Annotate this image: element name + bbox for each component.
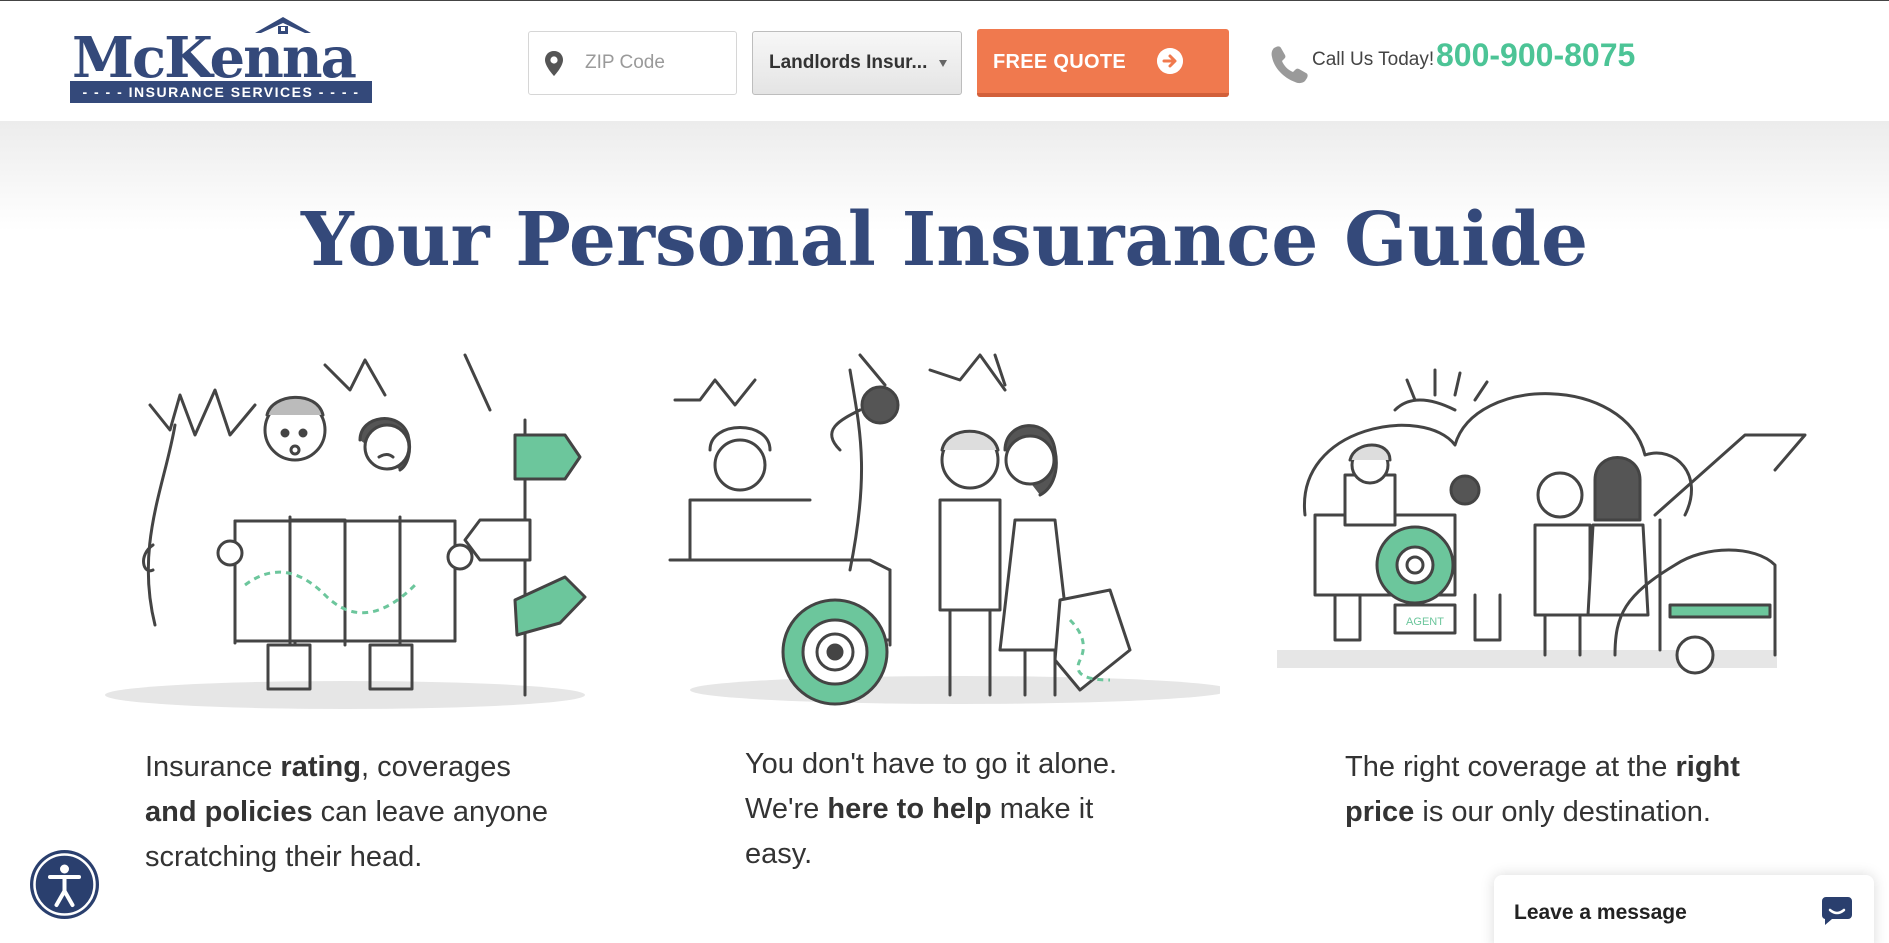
site-header: McKenna - - - - INSURANCE SERVICES - - -… [0, 1, 1889, 121]
accessibility-icon [33, 853, 96, 916]
insurance-type-select[interactable]: Landlords Insur... [752, 31, 962, 95]
jungle-jeep-illustration [668, 353, 1220, 706]
agent-plate-label: AGENT [1406, 616, 1444, 628]
page-title: Your Personal Insurance Guide [300, 197, 1589, 283]
free-quote-label: FREE QUOTE [993, 51, 1127, 73]
destination-illustration: AGENT [1277, 368, 1807, 675]
chat-bubble-icon [1821, 897, 1852, 925]
accessibility-button[interactable] [30, 850, 99, 919]
arrow-right-circle-icon [1157, 48, 1183, 74]
zip-code-field[interactable] [528, 31, 737, 95]
column-3-text: The right coverage at the right price is… [1345, 751, 1740, 828]
location-pin-icon [545, 51, 563, 76]
phone-number-link[interactable]: 800-900-8075 [1436, 37, 1635, 74]
chevron-down-icon [939, 60, 947, 67]
column-2-text: You don't have to go it alone. We're her… [745, 748, 1118, 870]
leave-message-label: Leave a message [1514, 901, 1687, 924]
insurance-type-value: Landlords Insur... [769, 52, 928, 73]
call-us-label: Call Us Today! [1312, 49, 1435, 70]
leave-message-widget[interactable]: Leave a message [1494, 875, 1874, 943]
site-logo[interactable]: McKenna - - - - INSURANCE SERVICES - - -… [70, 15, 380, 107]
logo-tagline: - - - - INSURANCE SERVICES - - - - [70, 81, 372, 103]
zip-code-input[interactable] [585, 42, 725, 84]
confused-couple-illustration [105, 353, 587, 709]
phone-icon [1271, 46, 1308, 84]
free-quote-button[interactable]: FREE QUOTE [977, 29, 1229, 97]
column-1-text: Insurance rating, coverages and policies… [145, 751, 549, 873]
